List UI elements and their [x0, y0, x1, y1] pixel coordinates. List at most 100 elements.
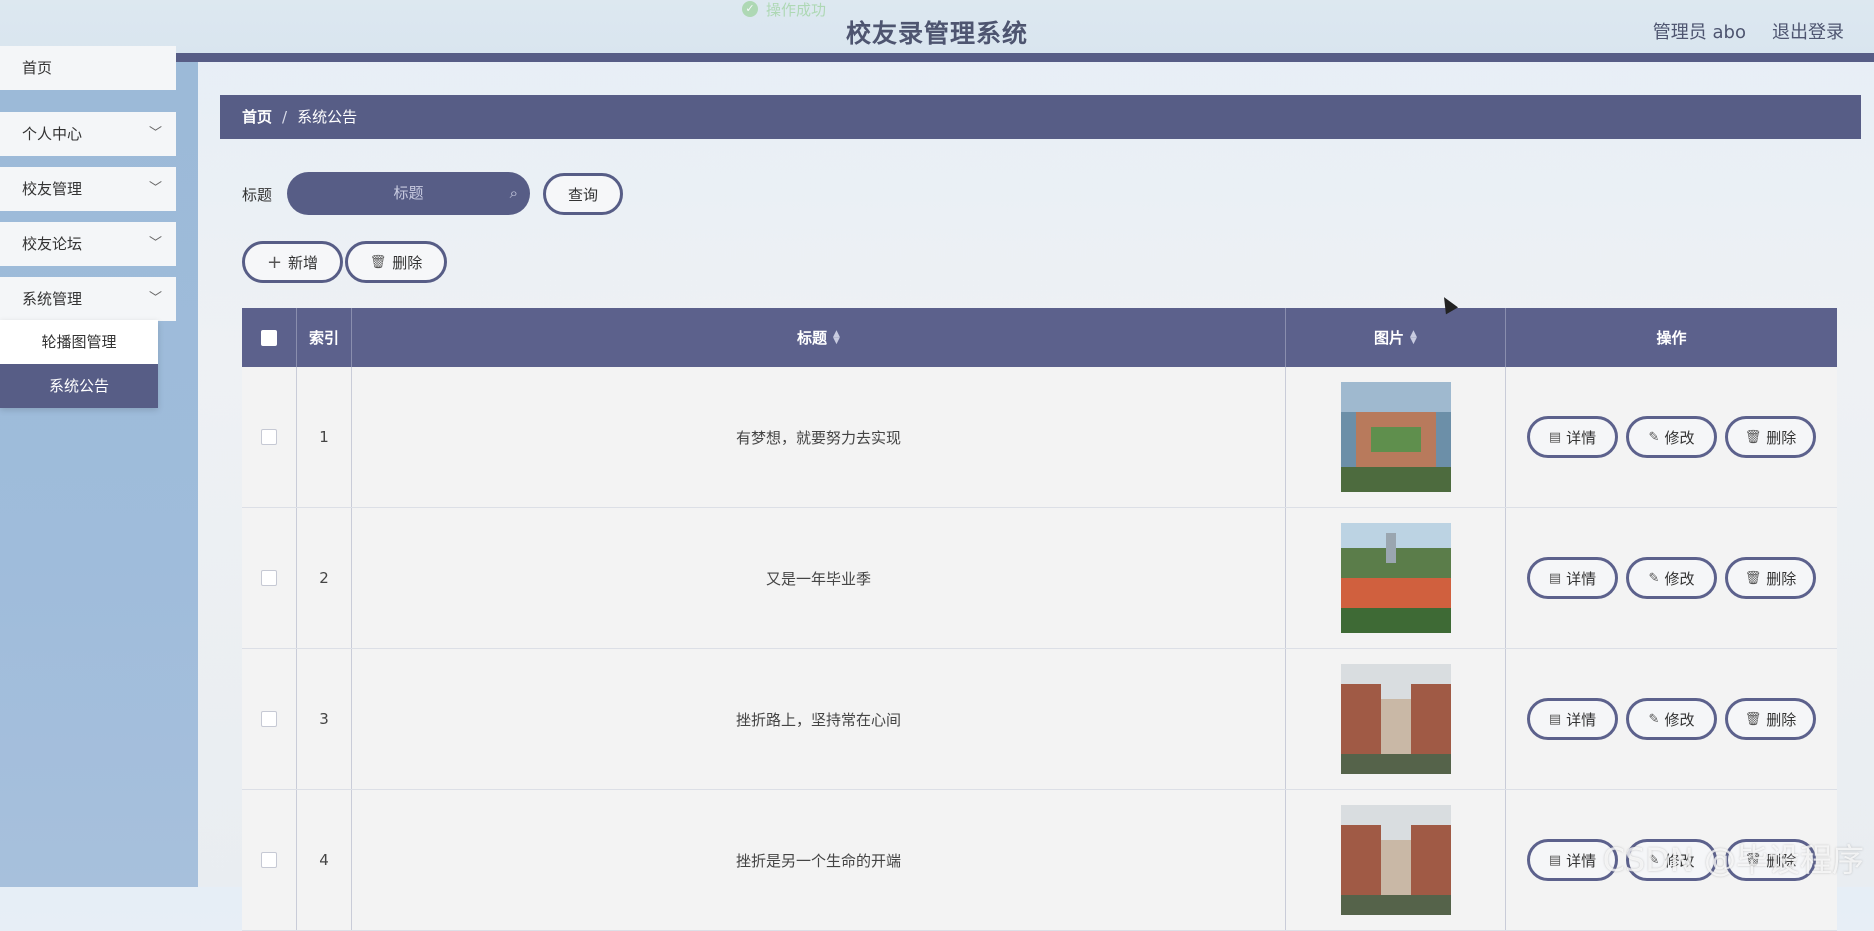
document-icon: ▤	[1548, 852, 1562, 868]
row-image-cell	[1286, 649, 1506, 789]
search-input[interactable]	[326, 183, 491, 203]
row-image-cell	[1286, 367, 1506, 507]
detail-label: 详情	[1566, 710, 1597, 729]
trash-icon: 🗑	[1744, 711, 1762, 727]
delete-button[interactable]: 🗑 删除	[1725, 416, 1816, 458]
header-index: 索引	[297, 308, 352, 367]
header-actions-label: 操作	[1656, 329, 1687, 347]
header-actions: 操作	[1506, 308, 1837, 367]
campus-building-image[interactable]	[1340, 805, 1451, 915]
row-index: 2	[297, 508, 352, 648]
sidebar-item-alumni-forum[interactable]: 校友论坛 ﹀	[0, 222, 176, 266]
sidebar-item-home[interactable]: 首页	[0, 46, 176, 90]
watermark: CSDN @毕设程序	[1602, 841, 1864, 879]
detail-button[interactable]: ▤ 详情	[1527, 557, 1618, 599]
system-management-submenu: 轮播图管理 系统公告	[0, 320, 158, 408]
campus-building-aerial-image[interactable]	[1340, 382, 1451, 492]
sidebar-item-label: 校友论坛	[22, 235, 83, 253]
table-row: 3 挫折路上，坚持常在心间 ▤ 详情 ✎ 修改 🗑 删除	[242, 649, 1837, 790]
announcement-table: 索引 标题 ▲ ▼ 图片 ▲ ▼ 操作 1 有梦想，就要努力去实现 ▤ 详情 ✎ 修改	[242, 308, 1837, 931]
edit-label: 修改	[1664, 710, 1695, 729]
sidebar: 首页 个人中心 ﹀ 校友管理 ﹀ 校友论坛 ﹀ 系统管理 ﹀ 轮播图管理 系统公…	[0, 46, 198, 887]
header-image-label: 图片	[1374, 329, 1405, 347]
query-button-label: 查询	[567, 185, 598, 204]
delete-label: 删除	[1766, 569, 1797, 588]
search-field[interactable]: ⌕	[287, 172, 530, 215]
query-button[interactable]: 查询	[543, 173, 623, 215]
row-title: 有梦想，就要努力去实现	[352, 367, 1286, 507]
detail-label: 详情	[1566, 428, 1597, 447]
trash-icon: 🗑	[1744, 570, 1762, 586]
sports-field-image[interactable]	[1340, 523, 1451, 633]
submenu-item-announcements[interactable]: 系统公告	[0, 364, 158, 408]
delete-button[interactable]: 🗑 删除	[1725, 557, 1816, 599]
add-button-label: 新增	[288, 253, 319, 272]
top-header: ✓ 操作成功 校友录管理系统 管理员 abo 退出登录	[0, 0, 1874, 62]
sidebar-item-label: 校友管理	[22, 180, 83, 198]
breadcrumb-current: 系统公告	[297, 108, 358, 126]
sort-icon[interactable]: ▲ ▼	[1410, 329, 1417, 345]
header-title-label: 标题	[797, 329, 828, 347]
breadcrumb-separator: /	[282, 108, 288, 126]
add-button[interactable]: + 新增	[242, 241, 343, 283]
detail-label: 详情	[1566, 851, 1597, 870]
row-title: 挫折路上，坚持常在心间	[352, 649, 1286, 789]
document-icon: ▤	[1548, 570, 1562, 586]
sidebar-item-system-management[interactable]: 系统管理 ﹀	[0, 277, 176, 321]
detail-button[interactable]: ▤ 详情	[1527, 698, 1618, 740]
header-image[interactable]: 图片 ▲ ▼	[1286, 308, 1506, 367]
submenu-item-carousel[interactable]: 轮播图管理	[0, 320, 158, 364]
chevron-down-icon: ﹀	[148, 291, 162, 306]
edit-button[interactable]: ✎ 修改	[1626, 416, 1717, 458]
document-icon: ▤	[1548, 711, 1562, 727]
breadcrumb-home[interactable]: 首页	[242, 108, 272, 126]
sidebar-item-personal-center[interactable]: 个人中心 ﹀	[0, 112, 176, 156]
chevron-down-icon: ﹀	[148, 236, 162, 251]
sidebar-item-label: 系统管理	[22, 290, 83, 308]
table-row: 2 又是一年毕业季 ▤ 详情 ✎ 修改 🗑 删除	[242, 508, 1837, 649]
row-index: 3	[297, 649, 352, 789]
select-all-checkbox[interactable]	[261, 329, 277, 346]
row-index: 1	[297, 367, 352, 507]
row-select-cell	[242, 367, 297, 507]
row-actions: ▤ 详情 ✎ 修改 🗑 删除	[1506, 649, 1837, 789]
edit-icon: ✎	[1648, 429, 1660, 445]
row-image-cell	[1286, 508, 1506, 648]
row-actions: ▤ 详情 ✎ 修改 🗑 删除	[1506, 367, 1837, 507]
row-select-cell	[242, 508, 297, 648]
detail-label: 详情	[1566, 569, 1597, 588]
header-select-cell	[242, 308, 297, 367]
detail-button[interactable]: ▤ 详情	[1527, 416, 1618, 458]
document-icon: ▤	[1548, 429, 1562, 445]
table-row: 4 挫折是另一个生命的开端 ▤ 详情 ✎ 修改 🗑 删除	[242, 790, 1837, 931]
row-checkbox[interactable]	[261, 852, 277, 868]
trash-icon: 🗑	[1744, 429, 1762, 445]
edit-icon: ✎	[1648, 711, 1660, 727]
bulk-delete-label: 删除	[392, 253, 423, 272]
breadcrumb: 首页 / 系统公告	[220, 95, 1861, 139]
row-checkbox[interactable]	[261, 429, 277, 445]
edit-label: 修改	[1664, 428, 1695, 447]
sidebar-item-alumni-management[interactable]: 校友管理 ﹀	[0, 167, 176, 211]
logout-link[interactable]: 退出登录	[1772, 18, 1844, 44]
edit-button[interactable]: ✎ 修改	[1626, 698, 1717, 740]
delete-button[interactable]: 🗑 删除	[1725, 698, 1816, 740]
campus-building-image[interactable]	[1340, 664, 1451, 774]
row-title: 又是一年毕业季	[352, 508, 1286, 648]
edit-button[interactable]: ✎ 修改	[1626, 557, 1717, 599]
header-title[interactable]: 标题 ▲ ▼	[352, 308, 1286, 367]
row-actions: ▤ 详情 ✎ 修改 🗑 删除	[1506, 508, 1837, 648]
row-title: 挫折是另一个生命的开端	[352, 790, 1286, 930]
sort-icon[interactable]: ▲ ▼	[833, 329, 840, 345]
row-checkbox[interactable]	[261, 570, 277, 586]
table-header: 索引 标题 ▲ ▼ 图片 ▲ ▼ 操作	[242, 308, 1837, 367]
app-title: 校友录管理系统	[845, 19, 1028, 48]
row-index: 4	[297, 790, 352, 930]
bulk-delete-button[interactable]: 🗑 删除	[345, 241, 447, 283]
row-checkbox[interactable]	[261, 711, 277, 727]
plus-icon: +	[266, 251, 283, 273]
user-area: 管理员 abo 退出登录	[1653, 18, 1844, 44]
edit-label: 修改	[1664, 569, 1695, 588]
current-user[interactable]: 管理员 abo	[1653, 18, 1746, 44]
search-label: 标题	[242, 186, 273, 204]
